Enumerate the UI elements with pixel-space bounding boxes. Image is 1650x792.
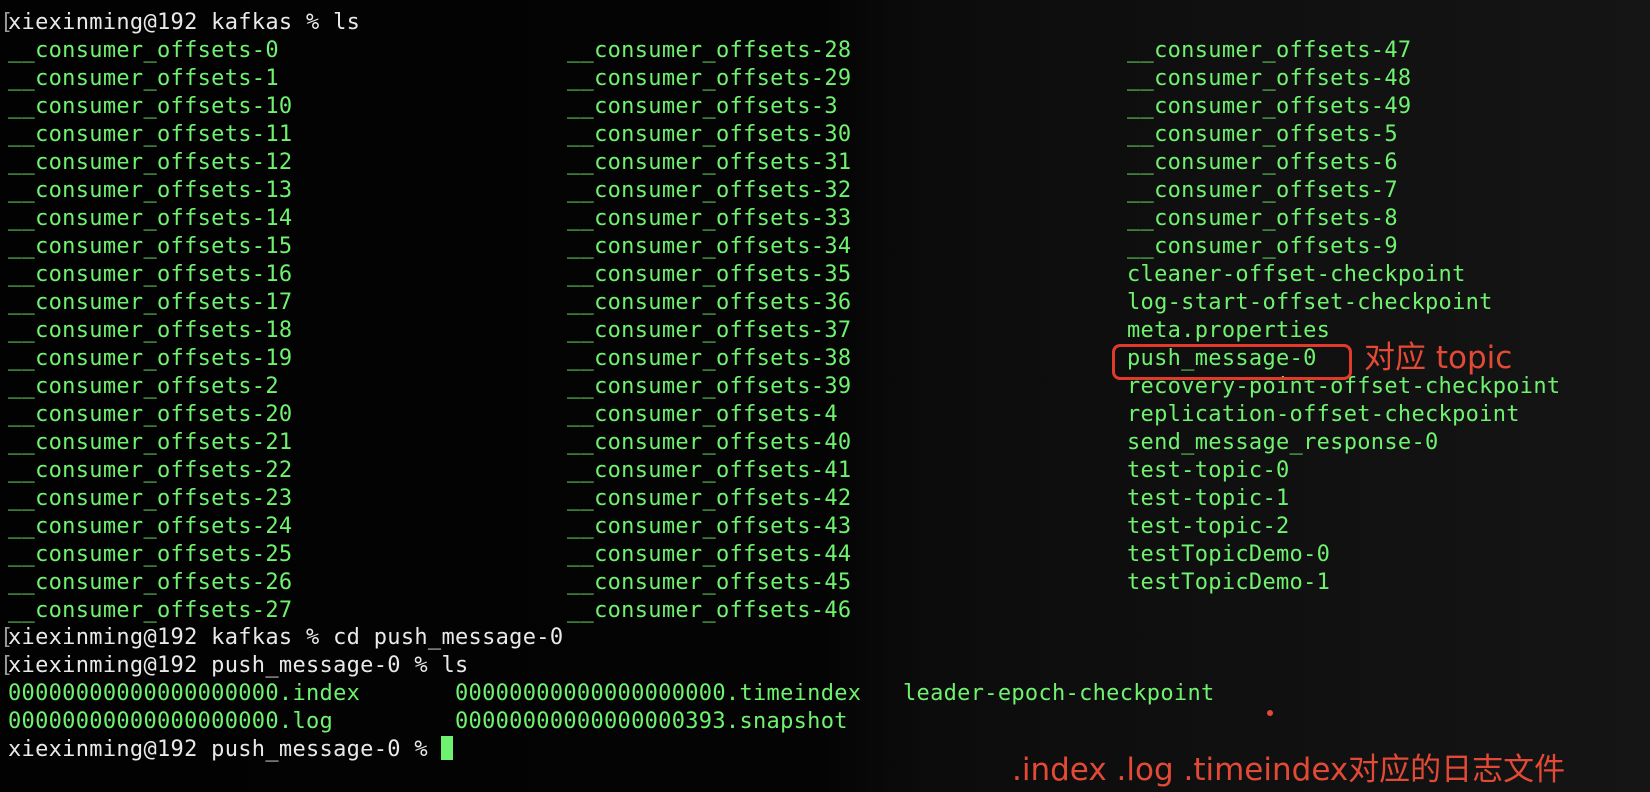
listing-item: __consumer_offsets-40 (567, 430, 852, 455)
command-text: ls (441, 653, 469, 678)
listing-item: __consumer_offsets-14 (8, 206, 293, 231)
listing-item: test-topic-1 (1127, 486, 1290, 511)
prompt: xiexinming@192 kafkas % (8, 625, 334, 650)
file-item: 00000000000000000000.index (8, 681, 361, 706)
listing-item: replication-offset-checkpoint (1127, 402, 1520, 427)
command-text: ls (333, 10, 361, 35)
command-line: xiexinming@192 kafkas % ls (8, 9, 360, 37)
terminal-window[interactable]: [ xiexinming@192 kafkas % ls __consumer_… (0, 0, 1650, 792)
listing-item: __consumer_offsets-31 (567, 150, 852, 175)
listing-item: __consumer_offsets-39 (567, 374, 852, 399)
active-command-line[interactable]: xiexinming@192 push_message-0 % (8, 736, 454, 764)
file-item: leader-epoch-checkpoint (903, 681, 1215, 706)
listing-item: __consumer_offsets-3 (567, 94, 838, 119)
listing-item: __consumer_offsets-46 (567, 598, 852, 623)
listing-item: __consumer_offsets-2 (8, 374, 279, 399)
listing-item: __consumer_offsets-23 (8, 486, 293, 511)
prompt: xiexinming@192 push_message-0 % (8, 653, 442, 678)
listing-item: send_message_response-0 (1127, 430, 1439, 455)
topic-annotation: 对应 topic (1364, 340, 1513, 376)
listing-item: __consumer_offsets-33 (567, 206, 852, 231)
listing-item: __consumer_offsets-38 (567, 346, 852, 371)
listing-item: __consumer_offsets-5 (1127, 122, 1398, 147)
listing-item: __consumer_offsets-36 (567, 290, 852, 315)
listing-item: __consumer_offsets-37 (567, 318, 852, 343)
listing-item: __consumer_offsets-11 (8, 122, 293, 147)
listing-item: __consumer_offsets-7 (1127, 178, 1398, 203)
listing-item: __consumer_offsets-21 (8, 430, 293, 455)
listing-item: __consumer_offsets-41 (567, 458, 852, 483)
listing-item: __consumer_offsets-45 (567, 570, 852, 595)
listing-item: __consumer_offsets-10 (8, 94, 293, 119)
listing-item: __consumer_offsets-15 (8, 234, 293, 259)
listing-item: __consumer_offsets-9 (1127, 234, 1398, 259)
listing-item: __consumer_offsets-27 (8, 598, 293, 623)
listing-item: __consumer_offsets-29 (567, 66, 852, 91)
listing-item: __consumer_offsets-32 (567, 178, 852, 203)
listing-item: __consumer_offsets-49 (1127, 94, 1412, 119)
file-item: 00000000000000000393.snapshot (455, 709, 848, 734)
listing-item: __consumer_offsets-12 (8, 150, 293, 175)
listing-item: __consumer_offsets-22 (8, 458, 293, 483)
annotation-dot (1267, 710, 1273, 716)
listing-item: __consumer_offsets-17 (8, 290, 293, 315)
listing-item: __consumer_offsets-26 (8, 570, 293, 595)
files-annotation: .index .log .timeindex对应的日志文件 (1012, 752, 1566, 788)
listing-item: __consumer_offsets-24 (8, 514, 293, 539)
listing-item: __consumer_offsets-47 (1127, 38, 1412, 63)
listing-item: __consumer_offsets-0 (8, 38, 279, 63)
prompt: xiexinming@192 push_message-0 % (8, 737, 442, 762)
listing-item: testTopicDemo-1 (1127, 570, 1331, 595)
listing-item: __consumer_offsets-42 (567, 486, 852, 511)
listing-item: test-topic-0 (1127, 458, 1290, 483)
file-item: 00000000000000000000.log (8, 709, 334, 734)
listing-item: log-start-offset-checkpoint (1127, 290, 1493, 315)
listing-item: cleaner-offset-checkpoint (1127, 262, 1466, 287)
listing-item: __consumer_offsets-4 (567, 402, 838, 427)
listing-item: testTopicDemo-0 (1127, 542, 1331, 567)
listing-item: __consumer_offsets-43 (567, 514, 852, 539)
listing-item: __consumer_offsets-25 (8, 542, 293, 567)
command-text: cd push_message-0 (333, 625, 564, 650)
listing-item: __consumer_offsets-18 (8, 318, 293, 343)
listing-item: __consumer_offsets-44 (567, 542, 852, 567)
listing-item: __consumer_offsets-16 (8, 262, 293, 287)
listing-item: __consumer_offsets-20 (8, 402, 293, 427)
cursor (441, 736, 454, 760)
listing-item: meta.properties (1127, 318, 1331, 343)
listing-item: __consumer_offsets-8 (1127, 206, 1398, 231)
highlight-box (1112, 344, 1352, 380)
listing-item: __consumer_offsets-13 (8, 178, 293, 203)
listing-item: __consumer_offsets-48 (1127, 66, 1412, 91)
listing-item: test-topic-2 (1127, 514, 1290, 539)
command-line: xiexinming@192 push_message-0 % ls (8, 652, 469, 680)
listing-item: __consumer_offsets-35 (567, 262, 852, 287)
listing-item: __consumer_offsets-30 (567, 122, 852, 147)
prompt: xiexinming@192 kafkas % (8, 10, 334, 35)
listing-item: __consumer_offsets-34 (567, 234, 852, 259)
listing-item: __consumer_offsets-28 (567, 38, 852, 63)
listing-item: __consumer_offsets-19 (8, 346, 293, 371)
file-item: 00000000000000000000.timeindex (455, 681, 862, 706)
command-line: xiexinming@192 kafkas % cd push_message-… (8, 624, 563, 652)
listing-item: __consumer_offsets-6 (1127, 150, 1398, 175)
listing-item: __consumer_offsets-1 (8, 66, 279, 91)
